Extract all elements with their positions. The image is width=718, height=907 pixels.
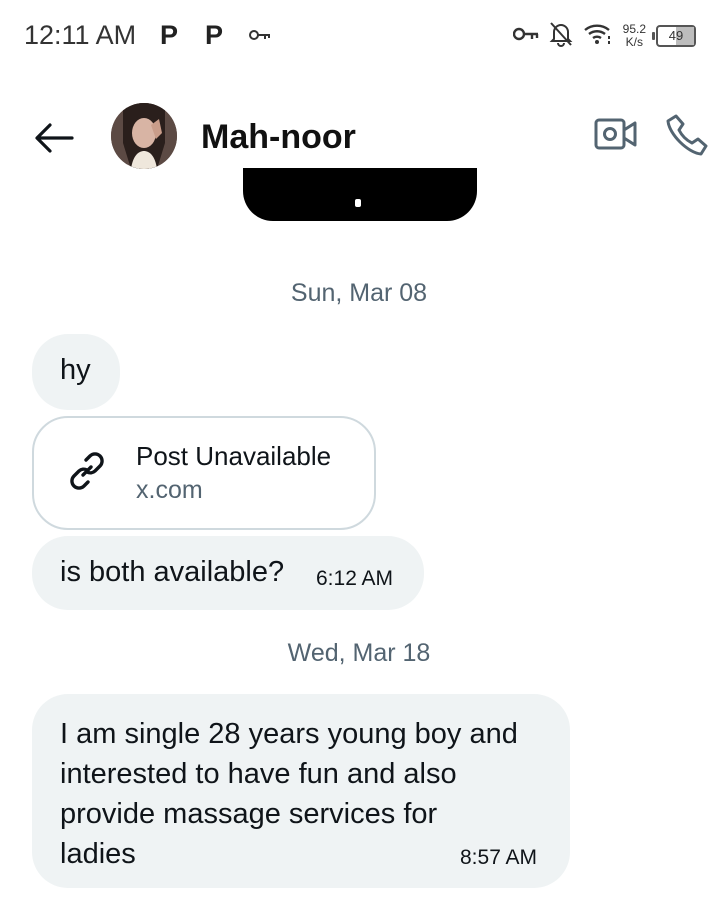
message-time: 6:12 AM <box>316 567 394 590</box>
message-bubble[interactable]: I am single 28 years young boy and inter… <box>32 694 570 888</box>
date-separator: Sun, Mar 08 <box>290 279 428 307</box>
status-right-group: 95.2 K/s 49 <box>512 20 696 52</box>
back-arrow-icon <box>35 123 74 153</box>
message-text: I am single 28 years young boy and inter… <box>60 718 518 870</box>
link-icon <box>66 450 108 497</box>
message-bubble[interactable]: hy <box>32 334 120 410</box>
status-time: 12:11 AM <box>24 20 137 50</box>
status-bar: 12:11 AM P P 95.2 K/s 49 <box>0 0 718 74</box>
vpn-key-icon <box>512 27 539 46</box>
message-bubble[interactable]: is both available? 6:12 AM <box>32 536 424 610</box>
key-icon <box>249 28 271 46</box>
notification-p-icon: P <box>205 20 224 50</box>
link-domain: x.com <box>136 476 203 504</box>
network-speed: 95.2 K/s <box>622 22 646 49</box>
date-separator: Wed, Mar 18 <box>287 639 431 667</box>
wifi-icon <box>583 22 613 51</box>
avatar[interactable] <box>111 103 177 169</box>
link-preview-card[interactable]: Post Unavailable x.com <box>32 416 376 530</box>
voice-call-button[interactable] <box>664 112 710 163</box>
link-title: Post Unavailable <box>136 441 332 471</box>
message-text: is both available? <box>60 556 285 588</box>
phone-icon <box>666 114 708 156</box>
video-call-button[interactable] <box>594 114 638 159</box>
back-button[interactable] <box>32 116 76 160</box>
message-time: 8:57 AM <box>460 846 538 869</box>
battery-level: 49 <box>668 28 684 43</box>
bell-off-icon <box>549 21 573 52</box>
video-camera-icon <box>594 118 637 150</box>
battery-icon: 49 <box>652 25 696 47</box>
message-text: hy <box>60 354 91 386</box>
contact-name: Mah-noor <box>201 118 356 156</box>
notification-p-icon: P <box>160 20 179 50</box>
partial-pill-button[interactable] <box>243 168 477 221</box>
